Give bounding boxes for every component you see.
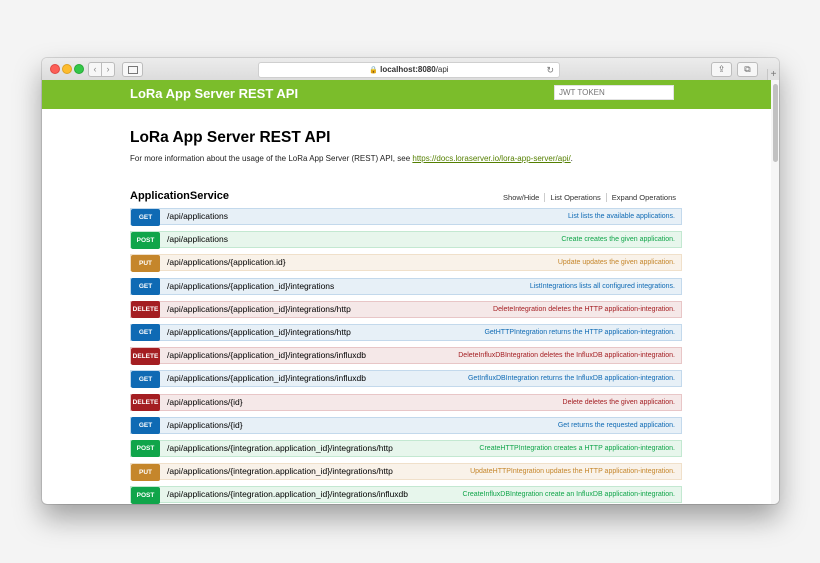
operation-path[interactable]: /api/applications/{application_id}/integ… xyxy=(167,302,351,317)
operations-list: GET/api/applications List lists the avail… xyxy=(130,208,682,504)
show-hide-link[interactable]: Show/Hide xyxy=(498,193,544,202)
sidebar-icon xyxy=(128,66,138,74)
operation-path[interactable]: /api/applications/{application.id} xyxy=(167,255,286,270)
forward-icon[interactable]: › xyxy=(102,62,115,77)
operation-path[interactable]: /api/applications/{application_id}/integ… xyxy=(167,279,334,294)
operation-summary[interactable]: List lists the available applications. xyxy=(568,209,675,224)
operation-path[interactable]: /api/applications xyxy=(167,232,228,247)
http-method-badge[interactable]: GET xyxy=(131,417,160,435)
expand-operations-link[interactable]: Expand Operations xyxy=(605,193,682,202)
intro-sentence: For more information about the usage of … xyxy=(130,154,413,163)
http-method-badge[interactable]: POST xyxy=(131,231,160,249)
operation-row[interactable]: GET/api/applications/{id} Get returns the… xyxy=(130,416,682,435)
operation-summary[interactable]: GetInfluxDBIntegration returns the Influ… xyxy=(468,371,675,386)
tabs-icon: ⧉ xyxy=(744,64,751,74)
operation-row[interactable]: DELETE/api/applications/{application_id}… xyxy=(130,347,682,365)
plus-icon: + xyxy=(770,69,777,80)
scrollbar-thumb[interactable] xyxy=(773,84,778,162)
operation-summary[interactable]: DeleteIntegration deletes the HTTP appli… xyxy=(493,302,675,317)
http-method-badge[interactable]: GET xyxy=(131,208,160,226)
operation-row[interactable]: PUT/api/applications/{integration.applic… xyxy=(130,463,682,481)
operation-path[interactable]: /api/applications/{application_id}/integ… xyxy=(167,348,366,363)
operation-path[interactable]: /api/applications/{integration.applicati… xyxy=(167,464,393,479)
operation-path[interactable]: /api/applications/{integration.applicati… xyxy=(167,441,393,456)
operation-summary[interactable]: CreateInfluxDBIntegration create an Infl… xyxy=(463,487,675,502)
url-host: localhost:8080 xyxy=(380,65,436,74)
operation-row[interactable]: GET/api/applications/{application_id}/in… xyxy=(130,277,682,296)
operation-path[interactable]: /api/applications/{id} xyxy=(167,395,243,410)
operation-path[interactable]: /api/applications/{id} xyxy=(167,418,243,433)
operation-row[interactable]: POST/api/applications/{integration.appli… xyxy=(130,486,682,504)
address-bar[interactable]: 🔒 localhost:8080/api ↻ xyxy=(258,62,560,78)
http-method-badge[interactable]: GET xyxy=(131,370,160,388)
operation-summary[interactable]: Update updates the given application. xyxy=(558,255,675,270)
operation-row[interactable]: DELETE/api/applications/{id} Delete delet… xyxy=(130,393,682,411)
operation-row[interactable]: GET/api/applications/{application_id}/in… xyxy=(130,370,682,388)
lock-icon: 🔒 xyxy=(369,67,379,74)
reload-icon[interactable]: ↻ xyxy=(546,63,554,77)
close-window-button[interactable] xyxy=(50,64,60,74)
minimize-window-button[interactable] xyxy=(62,64,72,74)
new-tab-button[interactable]: + xyxy=(767,69,779,80)
operation-summary[interactable]: CreateHTTPIntegration creates a HTTP app… xyxy=(479,441,675,456)
service-links: Show/Hide List Operations Expand Operati… xyxy=(498,193,682,202)
operation-row[interactable]: GET/api/applications List lists the avail… xyxy=(130,208,682,226)
operation-summary[interactable]: Create creates the given application. xyxy=(561,232,675,247)
operation-summary[interactable]: UpdateHTTPIntegration updates the HTTP a… xyxy=(470,464,675,479)
http-method-badge[interactable]: DELETE xyxy=(131,301,160,319)
operation-path[interactable]: /api/applications/{integration.applicati… xyxy=(167,487,408,502)
browser-window: ‹ › 🔒 localhost:8080/api ↻ ⇪ ⧉ + LoRa App… xyxy=(42,58,779,504)
back-icon[interactable]: ‹ xyxy=(88,62,102,77)
operation-summary[interactable]: Delete deletes the given application. xyxy=(563,395,675,410)
operation-row[interactable]: POST/api/applications Create creates the … xyxy=(130,231,682,249)
operation-summary[interactable]: DeleteInfluxDBIntegration deletes the In… xyxy=(458,348,675,363)
operation-path[interactable]: /api/applications/{application_id}/integ… xyxy=(167,371,366,386)
http-method-badge[interactable]: GET xyxy=(131,324,160,342)
operation-summary[interactable]: GetHTTPIntegration returns the HTTP appl… xyxy=(484,325,675,340)
http-method-badge[interactable]: PUT xyxy=(131,254,160,272)
show-tabs-button[interactable]: ⧉ xyxy=(737,62,758,77)
service-title[interactable]: ApplicationService xyxy=(130,190,229,202)
zoom-window-button[interactable] xyxy=(74,64,84,74)
app-header: LoRa App Server REST API xyxy=(42,80,779,109)
share-button[interactable]: ⇪ xyxy=(711,62,732,77)
http-method-badge[interactable]: POST xyxy=(131,486,160,504)
intro-end: . xyxy=(570,154,573,163)
page-scrollbar[interactable] xyxy=(771,80,779,504)
header-brand[interactable]: LoRa App Server REST API xyxy=(130,86,298,101)
operation-row[interactable]: DELETE/api/applications/{application_id}… xyxy=(130,300,682,319)
list-operations-link[interactable]: List Operations xyxy=(544,193,605,202)
operation-row[interactable]: GET/api/applications/{application_id}/in… xyxy=(130,323,682,342)
http-method-badge[interactable]: GET xyxy=(131,278,160,296)
operation-summary[interactable]: ListIntegrations lists all configured in… xyxy=(530,279,675,294)
http-method-badge[interactable]: DELETE xyxy=(131,347,160,365)
browser-titlebar: ‹ › 🔒 localhost:8080/api ↻ ⇪ ⧉ + xyxy=(42,58,779,81)
http-method-badge[interactable]: POST xyxy=(131,440,160,458)
http-method-badge[interactable]: DELETE xyxy=(131,394,160,411)
history-nav: ‹ › xyxy=(88,62,115,77)
operation-summary[interactable]: Get returns the requested application. xyxy=(558,418,675,433)
jwt-token-input[interactable] xyxy=(554,85,674,100)
sidebar-toggle-button[interactable] xyxy=(122,62,143,77)
operation-path[interactable]: /api/applications/{application_id}/integ… xyxy=(167,325,351,340)
operation-row[interactable]: POST/api/applications/{integration.appli… xyxy=(130,439,682,458)
intro-text: For more information about the usage of … xyxy=(130,154,573,163)
docs-link[interactable]: https://docs.loraserver.io/lora-app-serv… xyxy=(412,154,570,163)
http-method-badge[interactable]: PUT xyxy=(131,463,160,481)
operation-path[interactable]: /api/applications xyxy=(167,209,228,224)
page-title: LoRa App Server REST API xyxy=(130,129,331,146)
share-icon: ⇪ xyxy=(717,64,726,74)
operation-row[interactable]: PUT/api/applications/{application.id} Upd… xyxy=(130,254,682,272)
url-path: /api xyxy=(435,65,449,74)
